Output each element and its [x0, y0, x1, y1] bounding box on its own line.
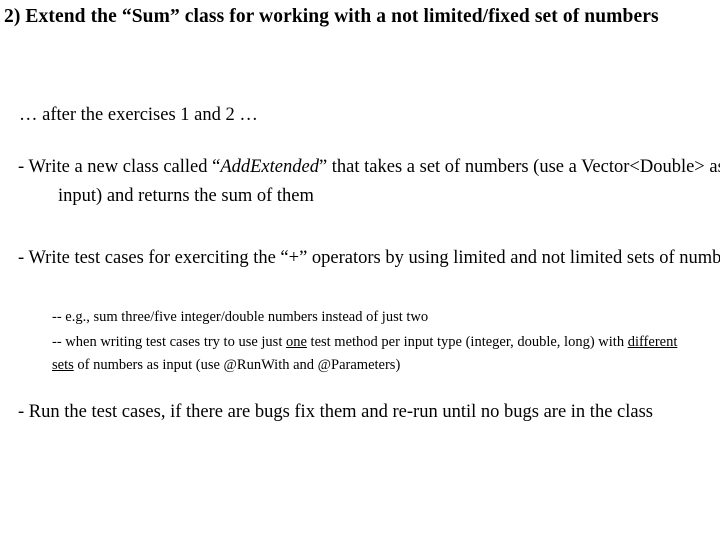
bullet-3-text: Run the test cases, if there are bugs fi…: [28, 402, 653, 422]
sub-bullet-2-part2: test method per input type (integer, dou…: [306, 334, 628, 350]
sub-bullet-item-1: -- e.g., sum three/five integer/double n…: [52, 306, 702, 329]
bullet-item-2: - Write test cases for exerciting the “+…: [18, 244, 720, 273]
bullet-1-emphasis-classname: AddExtended: [220, 157, 319, 177]
bullet-1-text-before: Write a new class called “: [28, 157, 221, 177]
sub-bullet-2-underline-one: one: [285, 334, 307, 350]
slide-body: … after the exercises 1 and 2 … - Write …: [0, 88, 720, 458]
bullet-item-3: - Run the test cases, if there are bugs …: [18, 398, 678, 427]
sub-bullet-1-text: e.g., sum three/five integer/double numb…: [65, 309, 429, 325]
sub-bullet-2-part1: when writing test cases try to use just: [65, 334, 286, 350]
sub-bullet-2-part3: of numbers as input (use @RunWith and @P…: [73, 357, 401, 373]
bullet-marker: -: [18, 157, 29, 177]
bullet-marker: -: [18, 248, 29, 268]
sub-bullet-marker: --: [52, 309, 66, 325]
sub-bullet-item-2: -- when writing test cases try to use ju…: [52, 331, 700, 377]
bullet-item-1: - Write a new class called “AddExtended”…: [18, 153, 720, 211]
bullet-2-text: Write test cases for exerciting the “+” …: [28, 248, 720, 268]
sub-bullet-marker: --: [52, 334, 66, 350]
bullet-marker: -: [18, 402, 29, 422]
presentation-slide: 2) Extend the “Sum” class for working wi…: [0, 0, 720, 540]
slide-title: 2) Extend the “Sum” class for working wi…: [4, 6, 659, 27]
intro-text: … after the exercises 1 and 2 …: [19, 105, 258, 125]
